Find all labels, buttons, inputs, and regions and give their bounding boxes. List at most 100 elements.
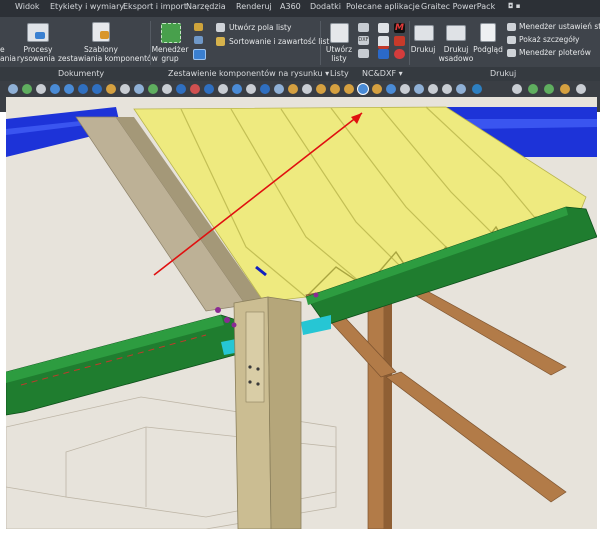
- toolbar-icon-14[interactable]: [190, 84, 200, 94]
- toolbar-icon-5[interactable]: [64, 84, 74, 94]
- fields-list-icon: [216, 23, 225, 32]
- drawing-icon[interactable]: [378, 23, 389, 33]
- panel-label-nc-dxf[interactable]: NC&DXF ▾: [362, 69, 403, 78]
- small-group-icon[interactable]: [193, 49, 206, 60]
- toolbar-icon-35[interactable]: [512, 84, 522, 94]
- tab-graitec-powerpack[interactable]: Graitec PowerPack: [421, 2, 495, 11]
- toolbar-icon-28[interactable]: [386, 84, 396, 94]
- shield-icon[interactable]: [394, 49, 405, 59]
- printer-icon: [414, 25, 434, 41]
- toolbar-icon-20[interactable]: [274, 84, 284, 94]
- menedzer-label-1: Menedżer: [151, 45, 189, 54]
- toolbar-icon-2[interactable]: [22, 84, 32, 94]
- toolbar-icon-29[interactable]: [400, 84, 410, 94]
- toolbar-icon-11[interactable]: [148, 84, 158, 94]
- szablony-label-2: zestawiania komponentów: [58, 54, 158, 63]
- drukuj-wsadowo-label-2: wsadowo: [438, 54, 474, 63]
- toolbar-icon-21[interactable]: [288, 84, 298, 94]
- menedzer-ustawien-label: Menedżer ustawień str: [519, 22, 600, 31]
- template-icon-pencil: [100, 31, 109, 39]
- menedzer-label-2: grup: [161, 54, 179, 63]
- steel-column: [233, 296, 302, 529]
- toolbar-icon-15[interactable]: [204, 84, 214, 94]
- toolbar-icon-31[interactable]: [428, 84, 438, 94]
- ribbon-tab-bar: Widok Etykiety i wymiary Eksport i impor…: [0, 0, 600, 17]
- podglad-label: Podgląd: [473, 45, 503, 54]
- toolbar-icon-6[interactable]: [78, 84, 88, 94]
- panel-separator: [320, 21, 321, 65]
- process-icon-detail: [35, 32, 45, 39]
- toolbar-icon-3[interactable]: [36, 84, 46, 94]
- toolbar-icon-36[interactable]: [528, 84, 538, 94]
- panel-label-drukuj: Drukuj: [490, 69, 517, 78]
- nc-icon[interactable]: [358, 23, 369, 32]
- toolbar-icon-8[interactable]: [106, 84, 116, 94]
- red-tool-icon[interactable]: [394, 36, 405, 46]
- utworz-pola-listy-label: Utwórz pola listy: [229, 23, 292, 32]
- cut-off-button-label-1: e: [0, 45, 5, 54]
- toolbar-icon-18[interactable]: [246, 84, 256, 94]
- tab-overflow-dropdown[interactable]: ◘ ▪: [508, 2, 521, 10]
- utworz-listy-label-1: Utwórz: [325, 45, 353, 54]
- tab-eksport-i-import[interactable]: Eksport i import: [123, 2, 187, 11]
- procesy-label-2: rysowania: [16, 54, 56, 63]
- toolbar-icon-7[interactable]: [92, 84, 102, 94]
- group-manager-icon: [161, 23, 181, 43]
- batch-printer-icon: [446, 25, 466, 41]
- small-list-icon[interactable]: [194, 36, 203, 44]
- toolbar-icon-25[interactable]: [344, 84, 354, 94]
- dxf-icon[interactable]: DXF: [358, 36, 369, 45]
- procesy-label-1: Procesy: [23, 45, 53, 54]
- dxf-export-icon[interactable]: [378, 36, 389, 49]
- toolbar-icon-24[interactable]: [330, 84, 340, 94]
- sortowanie-label: Sortowanie i zawartość list: [229, 37, 330, 46]
- list-icon: [330, 23, 349, 43]
- utworz-listy-label-2: listy: [331, 54, 347, 63]
- toolbar-icon-13[interactable]: [176, 84, 186, 94]
- details-icon: [507, 36, 516, 44]
- toolbar-icon-10[interactable]: [134, 84, 144, 94]
- ribbon-panel-labels: Dokumenty Zestawienie komponentów na rys…: [0, 67, 600, 81]
- model-icon[interactable]: [378, 49, 389, 59]
- toolbar-icon-16[interactable]: [218, 84, 228, 94]
- ribbon: Widok Etykiety i wymiary Eksport i impor…: [0, 0, 600, 112]
- tab-polecane-aplikacje[interactable]: Polecane aplikacje: [346, 2, 420, 11]
- panel-separator: [150, 21, 151, 65]
- toolbar-icon-4[interactable]: [50, 84, 60, 94]
- drukuj-wsadowo-label-1: Drukuj: [443, 45, 469, 54]
- nc-export-icon[interactable]: [358, 49, 369, 58]
- toolbar-icon-38[interactable]: [560, 84, 570, 94]
- preview-icon: [480, 23, 496, 42]
- model-viewport[interactable]: [6, 97, 597, 529]
- 3d-model-view: [6, 97, 597, 529]
- toolbar-icon-34[interactable]: [472, 84, 482, 94]
- toolbar-icon-23[interactable]: [316, 84, 326, 94]
- szablony-label-1: Szablony: [84, 45, 118, 54]
- toolbar-icon-17[interactable]: [232, 84, 242, 94]
- panel-label-zestawienie[interactable]: Zestawienie komponentów na rysunku ▾: [168, 69, 329, 78]
- tab-widok[interactable]: Widok: [15, 2, 40, 11]
- toolbar-icon-39[interactable]: [576, 84, 586, 94]
- toolbar-icon-30[interactable]: [414, 84, 424, 94]
- toolbar-icon-33[interactable]: [456, 84, 466, 94]
- toolbar-icon-1[interactable]: [8, 84, 18, 94]
- toolbar-icon-32[interactable]: [442, 84, 452, 94]
- tab-dodatki[interactable]: Dodatki: [310, 2, 341, 11]
- small-pencil-icon[interactable]: [194, 23, 203, 31]
- tab-narzedzia[interactable]: Narzędzia: [186, 2, 226, 11]
- tab-a360[interactable]: A360: [280, 2, 301, 11]
- tab-etykiety-i-wymiary[interactable]: Etykiety i wymiary: [50, 2, 124, 11]
- tab-renderuj[interactable]: Renderuj: [236, 2, 272, 11]
- sort-icon: [216, 37, 225, 46]
- toolbar-icon-37[interactable]: [544, 84, 554, 94]
- toolbar-icon-19[interactable]: [260, 84, 270, 94]
- drukuj-label: Drukuj: [410, 45, 436, 54]
- toolbar-icon-12[interactable]: [162, 84, 172, 94]
- toolbar-icon-22[interactable]: [302, 84, 312, 94]
- toolbar-icon-26[interactable]: [358, 84, 368, 94]
- toolbar-icon-9[interactable]: [120, 84, 130, 94]
- plotter-icon: [507, 49, 516, 57]
- m-icon[interactable]: M: [394, 23, 405, 33]
- menedzer-ploterow-label: Menedżer ploterów: [519, 48, 591, 57]
- toolbar-icon-27[interactable]: [372, 84, 382, 94]
